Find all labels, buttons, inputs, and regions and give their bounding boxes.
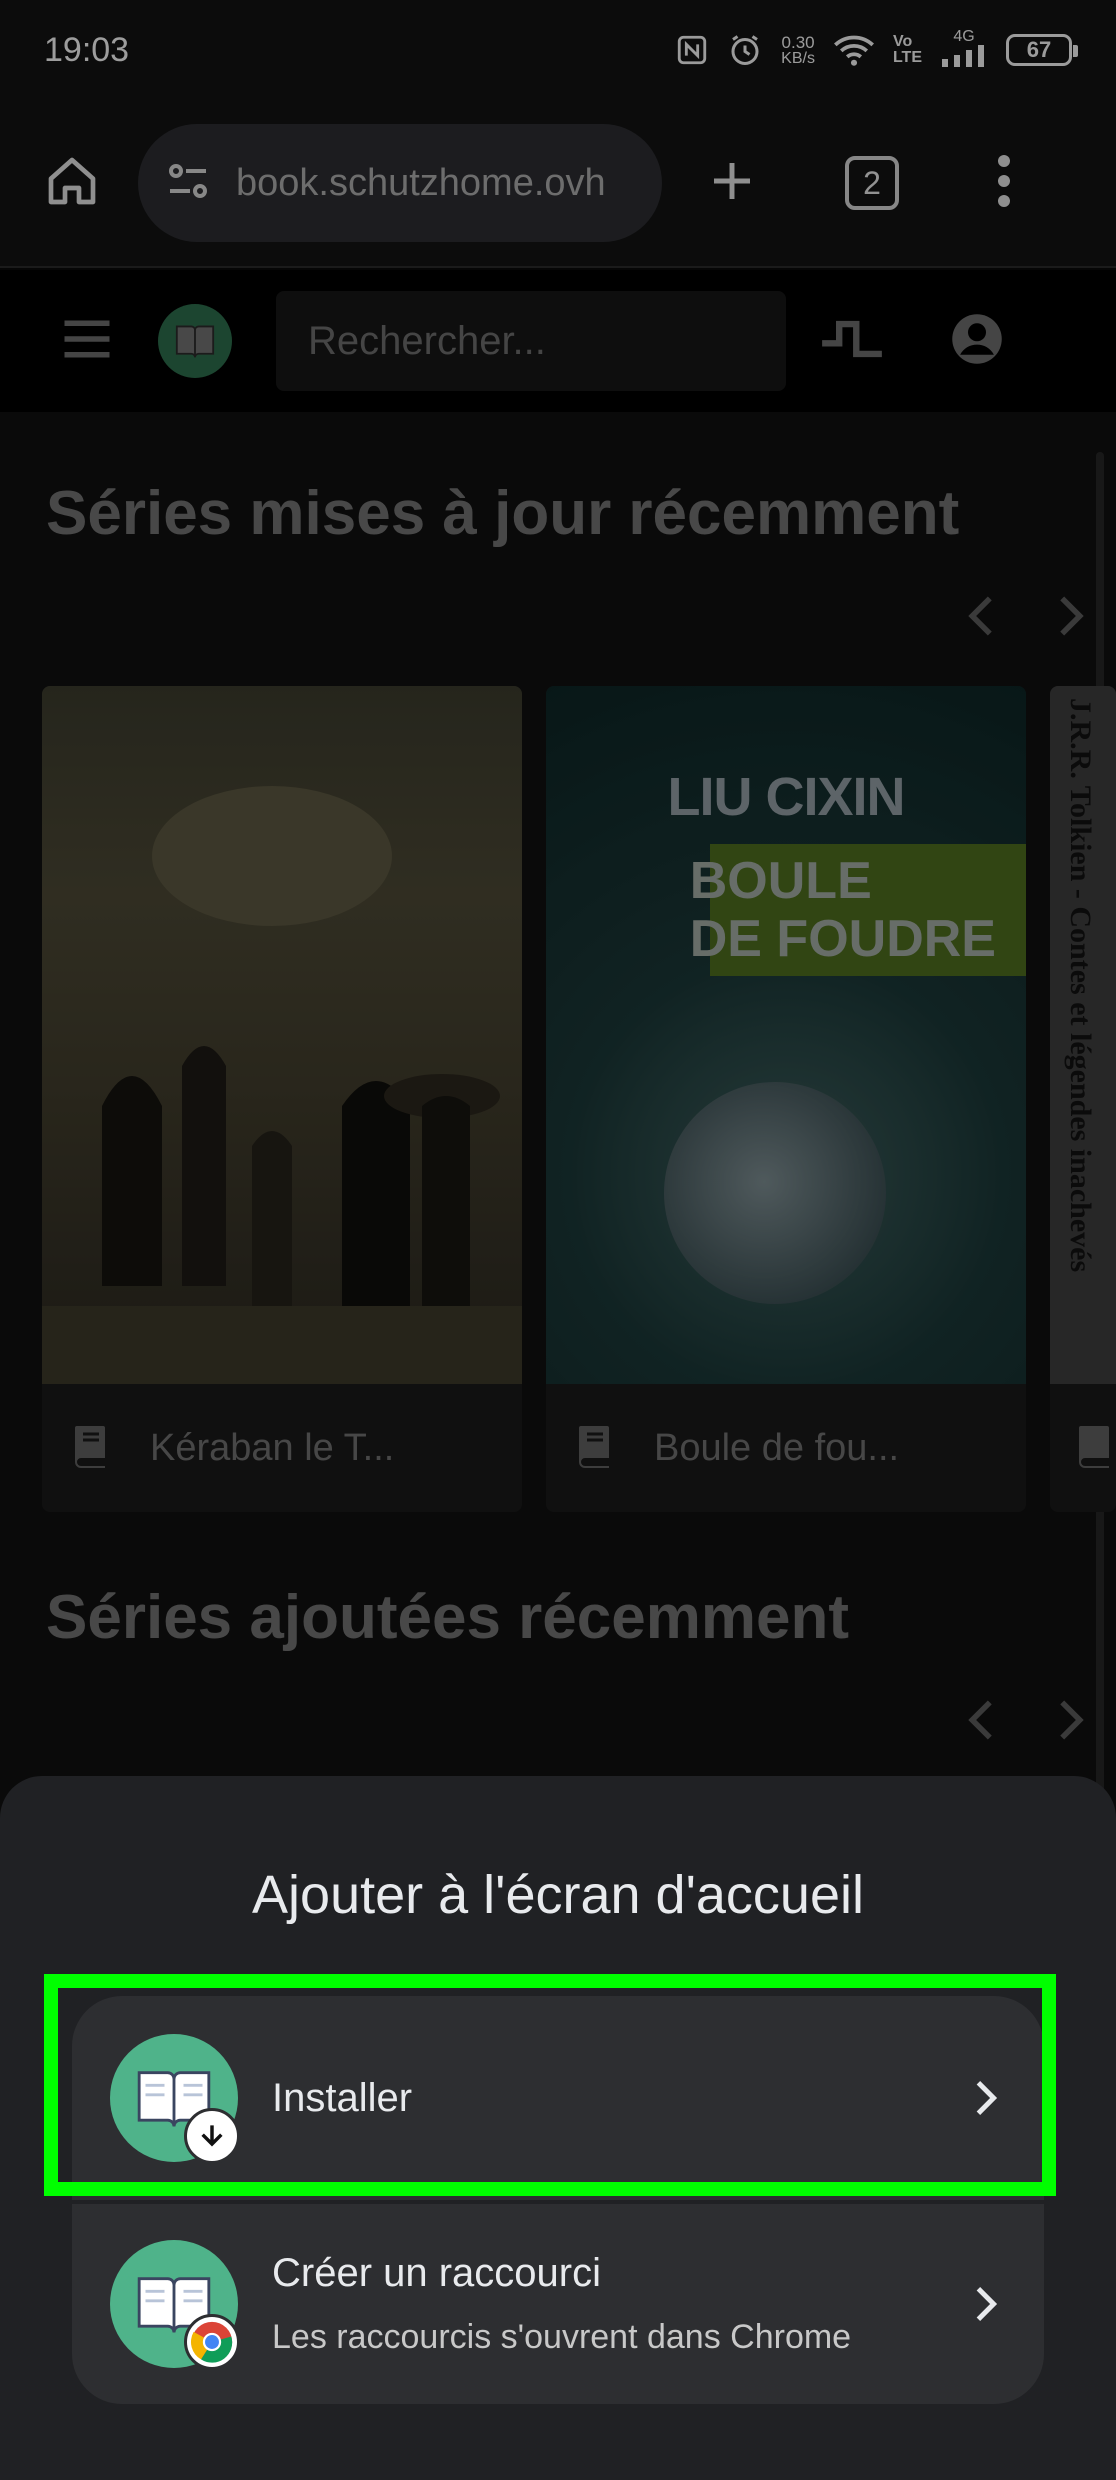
nfc-icon	[675, 33, 709, 67]
install-option[interactable]: Installer	[72, 1996, 1044, 2200]
wifi-icon	[833, 33, 875, 67]
series-card-footer: Boule de fou...	[546, 1384, 1026, 1512]
section-title-added: Séries ajoutées récemment	[46, 1583, 849, 1652]
series-card[interactable]: J.R.R. Tolkien - Contes et légendes inac…	[1050, 686, 1116, 1512]
menu-icon[interactable]	[60, 315, 114, 368]
volte-indicator: Vo LTE	[893, 34, 922, 66]
book-icon	[574, 1422, 616, 1475]
sheet-title: Ajouter à l'écran d'accueil	[252, 1865, 864, 1925]
create-shortcut-option[interactable]: Créer un raccourci Les raccourcis s'ouvr…	[72, 2200, 1044, 2404]
chevron-right-icon[interactable]	[1056, 594, 1086, 650]
url-text: book.schutzhome.ovh	[236, 161, 606, 204]
cover-sphere	[664, 1082, 886, 1304]
book-icon	[1074, 1422, 1116, 1475]
screen: 19:03 0.30 KB/s Vo LTE 4G 67 book.schutz…	[0, 0, 1116, 2480]
option-group: Installer Créer un raccourci Les raccour…	[72, 1996, 1044, 2404]
alarm-icon	[727, 32, 763, 68]
series-card-footer	[1050, 1384, 1116, 1512]
battery-indicator: 67	[1006, 34, 1078, 66]
net-speed-value: 0.30	[781, 32, 815, 52]
search-input[interactable]: Rechercher...	[276, 291, 786, 391]
tab-switcher-icon: 2	[845, 156, 899, 210]
chevron-right-icon	[966, 2078, 1006, 2118]
series-card[interactable]: LIU CIXIN BOULE DE FOUDRE Boule de fou..…	[546, 686, 1026, 1512]
tab-switcher-button[interactable]: 2	[828, 139, 916, 227]
volte-bottom: LTE	[892, 49, 922, 66]
add-to-home-sheet: Ajouter à l'écran d'accueil Installer Cr…	[0, 1776, 1116, 2480]
home-button[interactable]	[28, 139, 116, 227]
series-card-title: Kéraban le T...	[150, 1426, 395, 1469]
create-shortcut-text: Créer un raccourci Les raccourcis s'ouvr…	[272, 2251, 966, 2357]
chevron-left-icon[interactable]	[966, 594, 996, 650]
install-option-label: Installer	[272, 2075, 413, 2120]
cover-title-line2: DE FOUDRE	[689, 910, 996, 968]
cover-author: LIU CIXIN	[667, 767, 905, 827]
home-icon	[44, 153, 100, 214]
more-options-button[interactable]	[960, 139, 1048, 227]
download-badge-icon	[184, 2108, 240, 2164]
status-bar: 19:03 0.30 KB/s Vo LTE 4G 67	[0, 0, 1116, 100]
volte-top: Vo	[892, 33, 913, 50]
site-header: Rechercher...	[0, 270, 1116, 412]
carousel-controls-updated	[966, 594, 1086, 650]
cover-spine-text: J.R.R. Tolkien - Contes et légendes inac…	[1064, 698, 1097, 1273]
chrome-badge-icon	[184, 2314, 240, 2370]
create-shortcut-label: Créer un raccourci	[272, 2251, 602, 2295]
series-card-footer: Kéraban le T...	[42, 1384, 522, 1512]
cover-title: BOULE DE FOUDRE	[690, 852, 996, 968]
cover-title-line1: BOULE	[689, 852, 872, 910]
app-logo-icon	[110, 2034, 240, 2164]
series-card-title: Boule de fou...	[654, 1426, 900, 1469]
app-logo-icon	[110, 2240, 240, 2370]
chevron-right-icon[interactable]	[1056, 1698, 1086, 1754]
signal-block: 4G	[940, 29, 988, 71]
new-tab-icon	[705, 154, 759, 213]
network-type: 4G	[953, 28, 975, 45]
account-icon[interactable]	[950, 312, 1004, 371]
net-speed: 0.30 KB/s	[781, 34, 815, 67]
series-cover-image: J.R.R. Tolkien - Contes et légendes inac…	[1050, 686, 1116, 1384]
status-icons: 0.30 KB/s Vo LTE 4G 67	[675, 29, 1078, 71]
series-cover-image	[42, 686, 522, 1384]
site-settings-icon[interactable]	[164, 157, 212, 210]
series-cover-image: LIU CIXIN BOULE DE FOUDRE	[546, 686, 1026, 1384]
create-shortcut-sublabel: Les raccourcis s'ouvrent dans Chrome	[272, 2318, 852, 2356]
install-option-text: Installer	[272, 2076, 966, 2121]
series-card[interactable]: Kéraban le T...	[42, 686, 522, 1512]
address-bar[interactable]: book.schutzhome.ovh	[138, 124, 662, 242]
activity-icon[interactable]	[820, 317, 884, 366]
section-title-updated: Séries mises à jour récemment	[46, 479, 960, 548]
more-options-icon	[996, 153, 1012, 214]
new-tab-button[interactable]	[688, 139, 776, 227]
net-speed-unit: KB/s	[781, 49, 815, 67]
status-time: 19:03	[44, 30, 130, 69]
chevron-left-icon[interactable]	[966, 1698, 996, 1754]
signal-icon	[940, 45, 988, 71]
browser-toolbar: book.schutzhome.ovh 2	[0, 100, 1116, 268]
app-logo-icon[interactable]	[158, 304, 232, 378]
carousel-controls-added	[966, 1698, 1086, 1754]
chevron-right-icon	[966, 2284, 1006, 2324]
book-icon	[70, 1422, 112, 1475]
